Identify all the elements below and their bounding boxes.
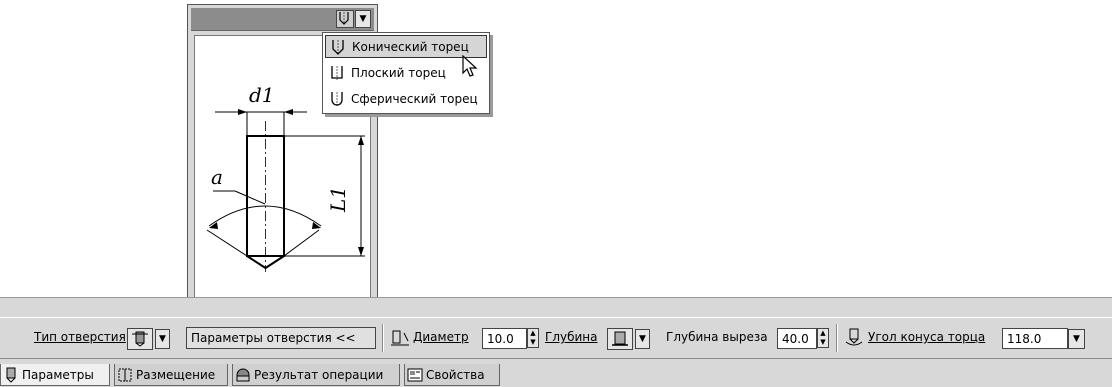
diameter-label: d1: [249, 83, 275, 107]
hole-type-label: Тип отверстия: [34, 330, 126, 344]
cone-angle-icon: [845, 328, 863, 346]
toolbar-divider: [0, 297, 1112, 298]
menu-item-label: Плоский торец: [351, 65, 446, 80]
tab-parameters[interactable]: Параметры: [0, 364, 110, 386]
tab-placement[interactable]: Размещение: [114, 364, 228, 386]
end-type-dropdown-arrow[interactable]: ▼: [355, 10, 371, 28]
property-tabs: Параметры Размещение Результат операции …: [0, 364, 1112, 387]
cut-depth-spinner[interactable]: ▲ ▼: [817, 328, 829, 348]
angle-label: a: [211, 165, 223, 189]
end-type-button[interactable]: [336, 10, 354, 28]
menu-item-label: Сферический торец: [351, 91, 478, 106]
depth-type-icon: [612, 331, 628, 346]
depth-type-dropdown[interactable]: ▼: [635, 329, 650, 349]
cone-angle-input[interactable]: 118.0: [1002, 328, 1068, 349]
cone-angle-dropdown[interactable]: ▼: [1068, 329, 1085, 349]
diameter-spinner[interactable]: ▲ ▼: [527, 328, 539, 348]
hole-type-dropdown[interactable]: ▼: [155, 329, 170, 349]
depth-label: Глубина: [545, 330, 598, 344]
mouse-pointer-icon: [462, 55, 478, 77]
spherical-end-icon: [331, 91, 343, 106]
hole-type-icon: [132, 331, 148, 347]
hole-parameters-button[interactable]: Параметры отверстия <<: [186, 327, 376, 349]
menu-item-spherical-end[interactable]: Сферический торец: [325, 87, 487, 110]
cut-depth-label: Глубина выреза: [666, 330, 768, 344]
properties-icon: [407, 368, 423, 381]
tab-operation-result[interactable]: Результат операции: [232, 364, 400, 386]
tab-properties[interactable]: Свойства: [404, 364, 500, 386]
flat-end-icon: [331, 65, 343, 80]
parameters-icon: [6, 367, 16, 383]
preview-panel-titlebar: ▼: [191, 8, 374, 31]
conical-end-icon: [339, 12, 349, 25]
length-label: L1: [326, 186, 350, 213]
operation-result-icon: [236, 368, 250, 381]
depth-type-button[interactable]: [607, 328, 633, 350]
menu-item-label: Конический торец: [352, 39, 469, 54]
diameter-icon: [391, 330, 409, 346]
cone-angle-label: Угол конуса торца: [868, 330, 986, 344]
diameter-input[interactable]: 10.0: [482, 328, 527, 349]
hole-parameters-row: Тип отверстия ▼ Параметры отверстия << Д…: [0, 317, 1112, 359]
conical-end-icon: [332, 39, 344, 55]
placement-icon: [118, 368, 132, 381]
diameter-label: Диаметр: [413, 330, 469, 344]
toolbar-separator: [836, 324, 838, 352]
hole-type-button[interactable]: [127, 328, 153, 350]
cut-depth-input[interactable]: 40.0: [777, 328, 817, 349]
toolbar-separator: [382, 324, 384, 352]
